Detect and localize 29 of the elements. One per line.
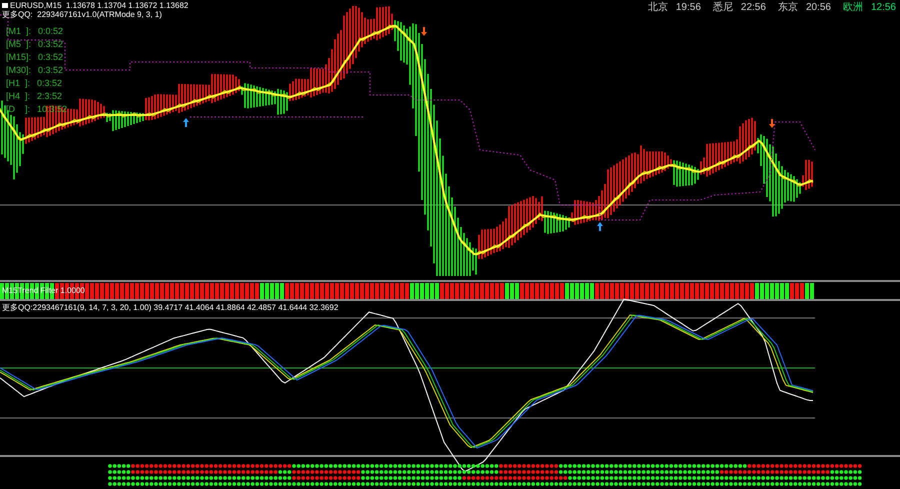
symbol-header: EURUSD,M15 1.13678 1.13704 1.13672 1.13682 bbox=[10, 1, 188, 10]
clock-city: 东京 bbox=[778, 2, 798, 14]
oscillator-label: 更多QQ:2293467161(9, 14, 7, 3, 20, 1.00) 39.4717 41.4064 41.8864 42.4857 41.6444 32.3692 bbox=[2, 303, 338, 313]
timer-value: 0:3:52 bbox=[38, 38, 64, 51]
clock-time: 12:56 bbox=[870, 2, 896, 14]
down-arrow-icon bbox=[769, 119, 775, 128]
timer-label: [M30]: bbox=[6, 64, 32, 77]
timer-label: [M15]: bbox=[6, 51, 32, 64]
clock-city: 北京 bbox=[648, 2, 668, 14]
timer-label: [M5 ]: bbox=[6, 38, 32, 51]
window-menu-icon[interactable] bbox=[2, 3, 8, 8]
up-arrow-icon bbox=[183, 118, 189, 127]
clock-city: 悉尼 bbox=[712, 2, 733, 14]
timer-label: [H1 ]: bbox=[6, 77, 30, 90]
clock-city: 欧洲 bbox=[842, 2, 863, 14]
timer-value: 0:3:52 bbox=[37, 77, 62, 90]
clock-time: 22:56 bbox=[740, 2, 766, 14]
timer-value: 0:3:52 bbox=[38, 64, 64, 77]
timer-value: 0:3:52 bbox=[38, 51, 64, 64]
timer-label: [D ]: bbox=[6, 103, 30, 116]
timer-label: [H4 ]: bbox=[6, 90, 30, 103]
timer-value: 0:0:52 bbox=[38, 25, 64, 38]
timer-value: 2:3:52 bbox=[37, 90, 62, 103]
up-arrow-icon bbox=[597, 222, 603, 231]
timer-label: [M1 ]: bbox=[6, 25, 32, 38]
down-arrow-icon bbox=[421, 27, 427, 36]
indicator-label: 更多QQ: 2293467161v1.0(ATRMode 9, 3, 1) bbox=[2, 10, 162, 20]
clock-time: 20:56 bbox=[806, 2, 831, 14]
clock-time: 19:56 bbox=[676, 2, 701, 14]
